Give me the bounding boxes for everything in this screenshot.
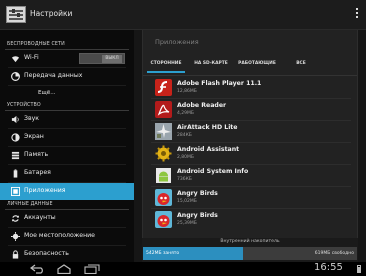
sync-icon: [12, 215, 19, 222]
system-nav-bar: 16:55: [0, 262, 366, 276]
app-name: Angry Birds: [177, 212, 218, 219]
section-header-wireless: БЕСПРОВОДНЫЕ СЕТИ: [7, 42, 65, 47]
apps-pane: Приложения СТОРОННИЕ НА SD-КАРТЕ РАБОТАЮ…: [134, 30, 366, 262]
tab-downloaded[interactable]: СТОРОННИЕ: [147, 59, 185, 73]
lock-icon: [12, 250, 19, 259]
back-icon[interactable]: [30, 264, 46, 274]
sidebar-item-display[interactable]: Экран: [0, 129, 134, 146]
overflow-menu-icon[interactable]: [354, 8, 360, 22]
sidebar-item-label: Память: [24, 151, 49, 158]
app-size: 15,02МБ: [177, 199, 197, 204]
storage-label: Внутренний накопитель: [220, 239, 280, 244]
sidebar-item-battery[interactable]: Батарея: [0, 165, 134, 182]
app-name: Angry Birds: [177, 190, 218, 197]
app-name: AirAttack HD Lite: [177, 124, 238, 131]
wifi-toggle-state: ВЫКЛ: [102, 55, 122, 63]
app-size: 4,29МБ: [177, 111, 194, 116]
apps-panel: Приложения СТОРОННИЕ НА SD-КАРТЕ РАБОТАЮ…: [142, 30, 358, 262]
angry-birds-icon: [155, 211, 172, 228]
app-list-item[interactable]: Angry Birds 25,39МБ: [143, 209, 357, 230]
adobe-reader-icon: [155, 101, 172, 118]
panel-title: Приложения: [155, 38, 199, 46]
sidebar-item-label: Wi-Fi: [24, 54, 39, 61]
tab-running[interactable]: РАБОТАЮЩИЕ: [235, 59, 279, 73]
sidebar-item-label: Звук: [24, 115, 40, 122]
sidebar-item-label: Мое местоположение: [24, 232, 95, 239]
sidebar-item-data-usage[interactable]: Передача данных: [0, 68, 134, 85]
apps-tabs: СТОРОННИЕ НА SD-КАРТЕ РАБОТАЮЩИЕ ВСЕ: [143, 59, 357, 73]
app-name: Android Assistant: [177, 146, 240, 153]
action-bar: Настройки: [0, 0, 366, 30]
tab-all[interactable]: ВСЕ: [283, 59, 319, 73]
location-icon: [11, 232, 20, 241]
app-size: 736КБ: [177, 177, 192, 182]
sidebar-item-wifi[interactable]: Wi-Fi ВЫКЛ: [0, 50, 134, 67]
flash-player-icon: [155, 79, 172, 96]
home-icon[interactable]: [56, 264, 72, 274]
app-size: 284КБ: [177, 133, 192, 138]
app-name: Adobe Flash Player 11.1: [177, 80, 262, 87]
app-size: 25,39МБ: [177, 221, 197, 226]
sidebar-item-more[interactable]: Ещё...: [0, 86, 134, 103]
apps-icon: [11, 187, 20, 196]
android-assistant-icon: [155, 145, 172, 162]
page-title: Настройки: [30, 9, 73, 18]
sidebar-item-label: Экран: [24, 133, 44, 140]
app-name: Adobe Reader: [177, 102, 227, 109]
app-size: 12,86МБ: [177, 89, 197, 94]
battery-status-icon: [357, 265, 361, 273]
app-list-item[interactable]: Android Assistant 2,80МБ: [143, 143, 357, 164]
angry-birds-icon: [155, 189, 172, 206]
section-header-personal: ЛИЧНЫЕ ДАННЫЕ: [7, 202, 53, 207]
brightness-icon: [11, 133, 20, 142]
storage-icon: [11, 151, 20, 160]
app-list-item[interactable]: Android System Info 736КБ: [143, 165, 357, 186]
sidebar-item-accounts[interactable]: Аккаунты: [0, 210, 134, 227]
settings-sidebar: БЕСПРОВОДНЫЕ СЕТИ Wi-Fi ВЫКЛ Передача да…: [0, 30, 134, 262]
sidebar-item-label: Приложения: [24, 187, 66, 194]
storage-free: 619МБ свободно: [314, 251, 354, 256]
app-list-item[interactable]: AirAttack HD Lite 284КБ: [143, 121, 357, 142]
app-size: 2,80МБ: [177, 155, 194, 160]
sidebar-item-apps[interactable]: Приложения: [0, 183, 134, 200]
speaker-icon: [11, 115, 19, 124]
airattack-icon: [155, 123, 172, 140]
storage-bar: 542МБ занято 619МБ свободно: [143, 247, 357, 260]
sidebar-item-label: Безопасность: [24, 250, 69, 257]
battery-icon: [13, 169, 18, 178]
data-usage-icon: [11, 72, 20, 81]
recent-apps-icon[interactable]: [84, 264, 100, 274]
sidebar-item-label: Аккаунты: [24, 214, 56, 221]
sidebar-item-location[interactable]: Мое местоположение: [0, 228, 134, 245]
sidebar-item-storage[interactable]: Память: [0, 147, 134, 164]
wifi-toggle[interactable]: ВЫКЛ: [79, 53, 125, 64]
sidebar-item-label: Батарея: [24, 169, 51, 176]
sidebar-item-security[interactable]: Безопасность: [0, 246, 134, 262]
storage-indicator: Внутренний накопитель 542МБ занято 619МБ…: [142, 238, 358, 262]
sidebar-item-label: Передача данных: [24, 72, 83, 79]
app-list-item[interactable]: Adobe Flash Player 11.1 12,86МБ: [143, 77, 357, 98]
android-system-info-icon: [156, 168, 171, 183]
clock: 16:55: [314, 262, 343, 273]
section-header-device: УСТРОЙСТВО: [7, 103, 41, 108]
app-name: Android System Info: [177, 168, 249, 175]
sidebar-item-label: Ещё...: [38, 90, 56, 96]
tabs-divider: [143, 75, 357, 76]
app-list-item[interactable]: Angry Birds 15,02МБ: [143, 187, 357, 208]
tab-sd-card[interactable]: НА SD-КАРТЕ: [189, 59, 233, 73]
settings-app-icon[interactable]: [6, 6, 26, 23]
storage-used: 542МБ занято: [146, 251, 180, 256]
wifi-icon: [11, 56, 20, 63]
sidebar-item-sound[interactable]: Звук: [0, 111, 134, 128]
app-list-item[interactable]: Adobe Reader 4,29МБ: [143, 99, 357, 120]
